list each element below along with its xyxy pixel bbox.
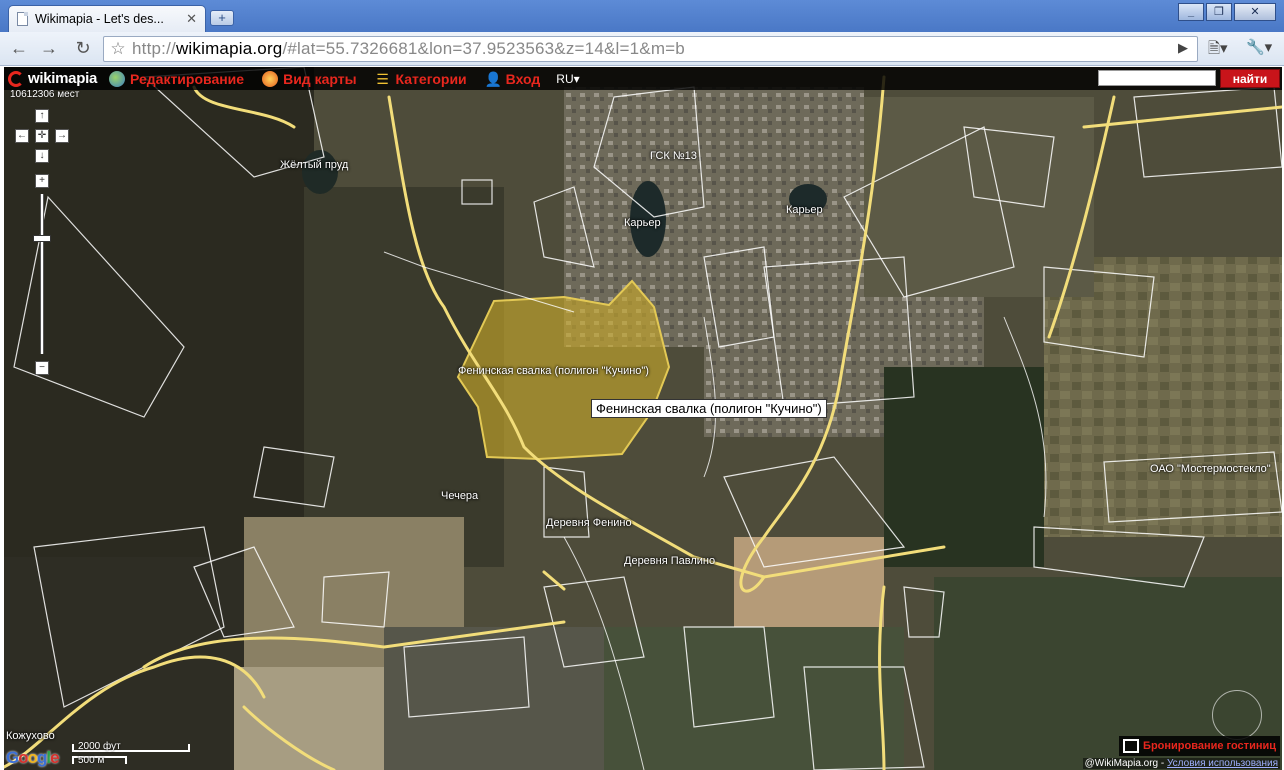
categories-icon: ☰: [376, 70, 389, 87]
label-dump[interactable]: Фенинская свалка (полигон "Кучино"): [458, 365, 649, 377]
user-icon: 👤: [484, 70, 503, 87]
minimize-button[interactable]: _: [1178, 3, 1204, 21]
scale-label-ft: 2000 фут: [78, 741, 121, 752]
menu-login[interactable]: 👤 Вход: [485, 71, 541, 87]
zoom-slider-handle[interactable]: [33, 235, 51, 242]
zoom-out-button[interactable]: −: [35, 361, 49, 375]
label-quarry-2[interactable]: Карьер: [786, 204, 823, 216]
wikimapia-toolbar: wikimapia Редактирование Вид карты ☰ Кат…: [4, 67, 1282, 90]
browser-toolbar: ← → ↻ ☆ http://wikimapia.org/#lat=55.732…: [0, 32, 1284, 66]
window-controls: _ ❐ ✕: [1176, 3, 1276, 21]
pan-right-button[interactable]: →: [55, 129, 69, 143]
scale-bar: 2000 фут 500 м: [72, 741, 192, 766]
menu-edit[interactable]: Редактирование: [109, 70, 244, 87]
hotel-icon: [1123, 739, 1140, 753]
go-button[interactable]: ▶: [1178, 40, 1188, 56]
pan-down-button[interactable]: ↓: [35, 149, 49, 163]
menu-categories[interactable]: ☰ Категории: [375, 70, 466, 87]
find-button[interactable]: найти: [1220, 69, 1280, 88]
label-chechera[interactable]: Чечера: [441, 490, 478, 502]
places-count: 10612306 мест: [10, 89, 80, 100]
close-tab-icon[interactable]: ✕: [186, 11, 197, 27]
scale-label-m: 500 м: [78, 755, 105, 766]
object-tooltip: Фенинская свалка (полигон "Кучино"): [591, 399, 827, 418]
zoom-slider[interactable]: [40, 194, 44, 354]
wikimapia-logo-icon: [8, 70, 24, 87]
tab-bar: Wikimapia - Let's des... ✕ + _ ❐ ✕: [0, 0, 1284, 32]
zoom-in-button[interactable]: +: [35, 174, 49, 188]
label-quarry-1[interactable]: Карьер: [624, 217, 661, 229]
wikimapia-logo[interactable]: wikimapia: [8, 70, 97, 87]
address-bar[interactable]: ☆ http://wikimapia.org/#lat=55.7326681&l…: [103, 36, 1198, 62]
page-menu-icon[interactable]: 🗎▾: [1208, 38, 1228, 63]
edit-globe-icon: [109, 70, 125, 87]
menu-map-view[interactable]: Вид карты: [262, 70, 357, 87]
browser-tab[interactable]: Wikimapia - Let's des... ✕: [8, 5, 206, 32]
language-selector[interactable]: RU▾: [556, 72, 579, 86]
label-fenino[interactable]: Деревня Фенино: [546, 517, 632, 529]
compass-overlay: [1212, 690, 1262, 740]
restore-button[interactable]: ❐: [1206, 3, 1232, 21]
copyright: @WikiMapia.org - Условия использования: [1082, 758, 1280, 769]
pan-center-button[interactable]: ✛: [35, 129, 49, 143]
close-window-button[interactable]: ✕: [1234, 3, 1276, 21]
google-logo: Google: [6, 748, 60, 767]
new-tab-button[interactable]: +: [210, 10, 234, 26]
label-oao[interactable]: ОАО "Мостермостекло": [1150, 463, 1271, 475]
url-text: http://wikimapia.org/#lat=55.7326681&lon…: [132, 39, 685, 58]
satellite-map[interactable]: [4, 67, 1282, 770]
back-button[interactable]: ←: [6, 37, 32, 61]
reload-button[interactable]: ↻: [70, 37, 96, 61]
pan-left-button[interactable]: ←: [15, 129, 29, 143]
search-input[interactable]: [1098, 70, 1216, 86]
label-gsk[interactable]: ГСК №13: [650, 150, 697, 162]
map-viewport[interactable]: wikimapia Редактирование Вид карты ☰ Кат…: [4, 67, 1282, 770]
label-pavlino[interactable]: Деревня Павлино: [624, 555, 715, 567]
tools-menu-icon[interactable]: 🔧▾: [1246, 38, 1272, 56]
page-icon: [17, 12, 28, 26]
hotel-booking-button[interactable]: Бронирование гостиниц: [1119, 736, 1280, 756]
tab-title: Wikimapia - Let's des...: [35, 12, 164, 26]
label-pond[interactable]: Жёлтый пруд: [280, 159, 348, 171]
pan-up-button[interactable]: ↑: [35, 109, 49, 123]
bookmark-star-icon[interactable]: ☆: [104, 39, 132, 59]
map-view-icon: [262, 70, 279, 87]
label-kozhuhovo[interactable]: Кожухово: [6, 730, 55, 742]
terms-link[interactable]: Условия использования: [1167, 758, 1278, 769]
forward-button[interactable]: →: [36, 37, 62, 61]
